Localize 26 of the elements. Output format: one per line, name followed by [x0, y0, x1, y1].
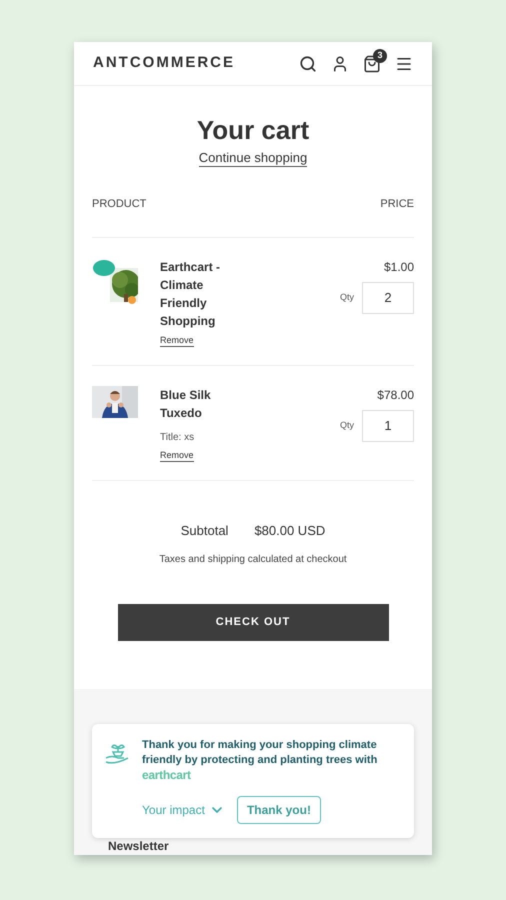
column-header: PRODUCT [92, 197, 146, 212]
column-header: PRICE [380, 197, 414, 212]
quantity-field[interactable]: 1 [362, 410, 414, 442]
qty-label: Qty [340, 290, 354, 304]
product-price: $78.00 [377, 386, 414, 404]
quantity-field[interactable]: 2 [362, 282, 414, 314]
cart-count-badge: 3 [373, 48, 387, 62]
earthcart-logo: earthcart [142, 768, 191, 782]
qty-label: Qty [340, 418, 354, 432]
product-variant: Title: xs [160, 430, 196, 444]
product-name[interactable]: Earthcart - Climate Friendly Shopping [160, 258, 230, 330]
product-price: $1.00 [384, 258, 414, 276]
search-icon[interactable] [299, 54, 317, 72]
climate-message: Thank you for making your shopping climate friendly by protecting and planting trees with [142, 739, 378, 766]
store-logo[interactable]: ANTCOMMERCE [93, 52, 235, 75]
page-title: Your cart [196, 114, 310, 146]
remove-link[interactable]: Remove [160, 448, 194, 462]
subtotal-label: Subtotal [180, 522, 228, 540]
newsletter-heading: Newsletter [108, 840, 169, 853]
account-icon[interactable] [331, 54, 349, 72]
remove-link[interactable]: Remove [160, 334, 194, 346]
checkout-button[interactable]: CHECK OUT [118, 604, 388, 641]
tax-note: Taxes and shipping calculated at checkout [158, 553, 348, 567]
subtotal-amount: $80.00 USD [254, 522, 326, 540]
continue-shopping-link[interactable]: Continue shopping [198, 150, 308, 167]
product-name[interactable]: Blue Silk Tuxedo [160, 386, 230, 422]
